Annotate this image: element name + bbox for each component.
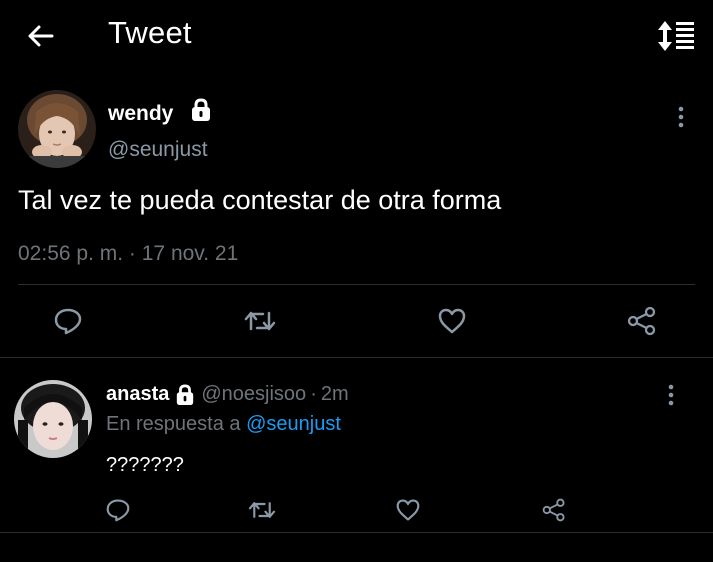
tweet-action-bar — [0, 297, 713, 347]
retweet-icon — [244, 311, 276, 331]
reply-button[interactable] — [46, 299, 90, 343]
retweet-button[interactable] — [238, 299, 282, 343]
lock-icon — [175, 384, 195, 406]
avatar[interactable] — [18, 90, 96, 168]
meta-separator: · — [128, 242, 136, 265]
author-name[interactable]: anasta — [106, 383, 169, 406]
heart-icon — [438, 308, 466, 334]
in-reply-prefix: En respuesta a — [106, 413, 241, 435]
share-button[interactable] — [532, 488, 576, 532]
tweet-date: 17 nov. 21 — [141, 242, 239, 265]
page-title: Tweet — [108, 15, 192, 50]
reply-time: 2m — [320, 383, 349, 405]
avatar[interactable] — [14, 380, 92, 458]
meta-separator: · — [310, 383, 317, 405]
more-options-button[interactable] — [670, 104, 692, 130]
share-icon — [542, 498, 565, 522]
reply-action-bar — [0, 488, 713, 528]
mention-link[interactable]: @seunjust — [246, 413, 341, 435]
share-button[interactable] — [620, 299, 664, 343]
author-handle[interactable]: @noesjisoo — [201, 383, 306, 406]
divider — [18, 284, 695, 285]
reply-icon — [54, 308, 82, 335]
profile-photo — [14, 380, 92, 458]
like-button[interactable] — [386, 488, 430, 532]
more-vertical-icon — [668, 384, 674, 406]
sort-icon — [658, 21, 694, 51]
like-button[interactable] — [430, 299, 474, 343]
share-icon — [627, 306, 656, 336]
retweet-icon — [248, 502, 276, 518]
reply-header: anasta @noesjisoo · 2m — [106, 383, 349, 406]
reply-button[interactable] — [96, 488, 140, 532]
sort-button[interactable] — [654, 18, 698, 54]
more-options-button[interactable] — [660, 382, 682, 408]
arrow-left-icon — [28, 25, 54, 47]
reply-tweet[interactable]: anasta @noesjisoo · 2m En respuesta a @s… — [0, 358, 713, 533]
tweet-timestamp: 02:56 p. m. · 17 nov. 21 — [18, 242, 238, 266]
tweet-time: 02:56 p. m. — [18, 242, 124, 265]
tweet-text: Tal vez te pueda contestar de otra forma — [18, 185, 502, 215]
tweet-text: ??????? — [106, 454, 184, 476]
top-app-bar: Tweet — [0, 0, 713, 72]
heart-icon — [396, 499, 420, 521]
author-handle[interactable]: @seunjust — [108, 138, 208, 162]
retweet-button[interactable] — [240, 488, 284, 532]
back-button[interactable] — [22, 18, 58, 54]
reply-icon — [106, 499, 130, 522]
lock-icon — [190, 98, 212, 127]
profile-photo — [18, 90, 96, 168]
divider — [0, 532, 713, 533]
more-vertical-icon — [678, 106, 684, 128]
in-reply-to: En respuesta a @seunjust — [106, 413, 341, 436]
author-name[interactable]: wendy — [108, 102, 173, 126]
